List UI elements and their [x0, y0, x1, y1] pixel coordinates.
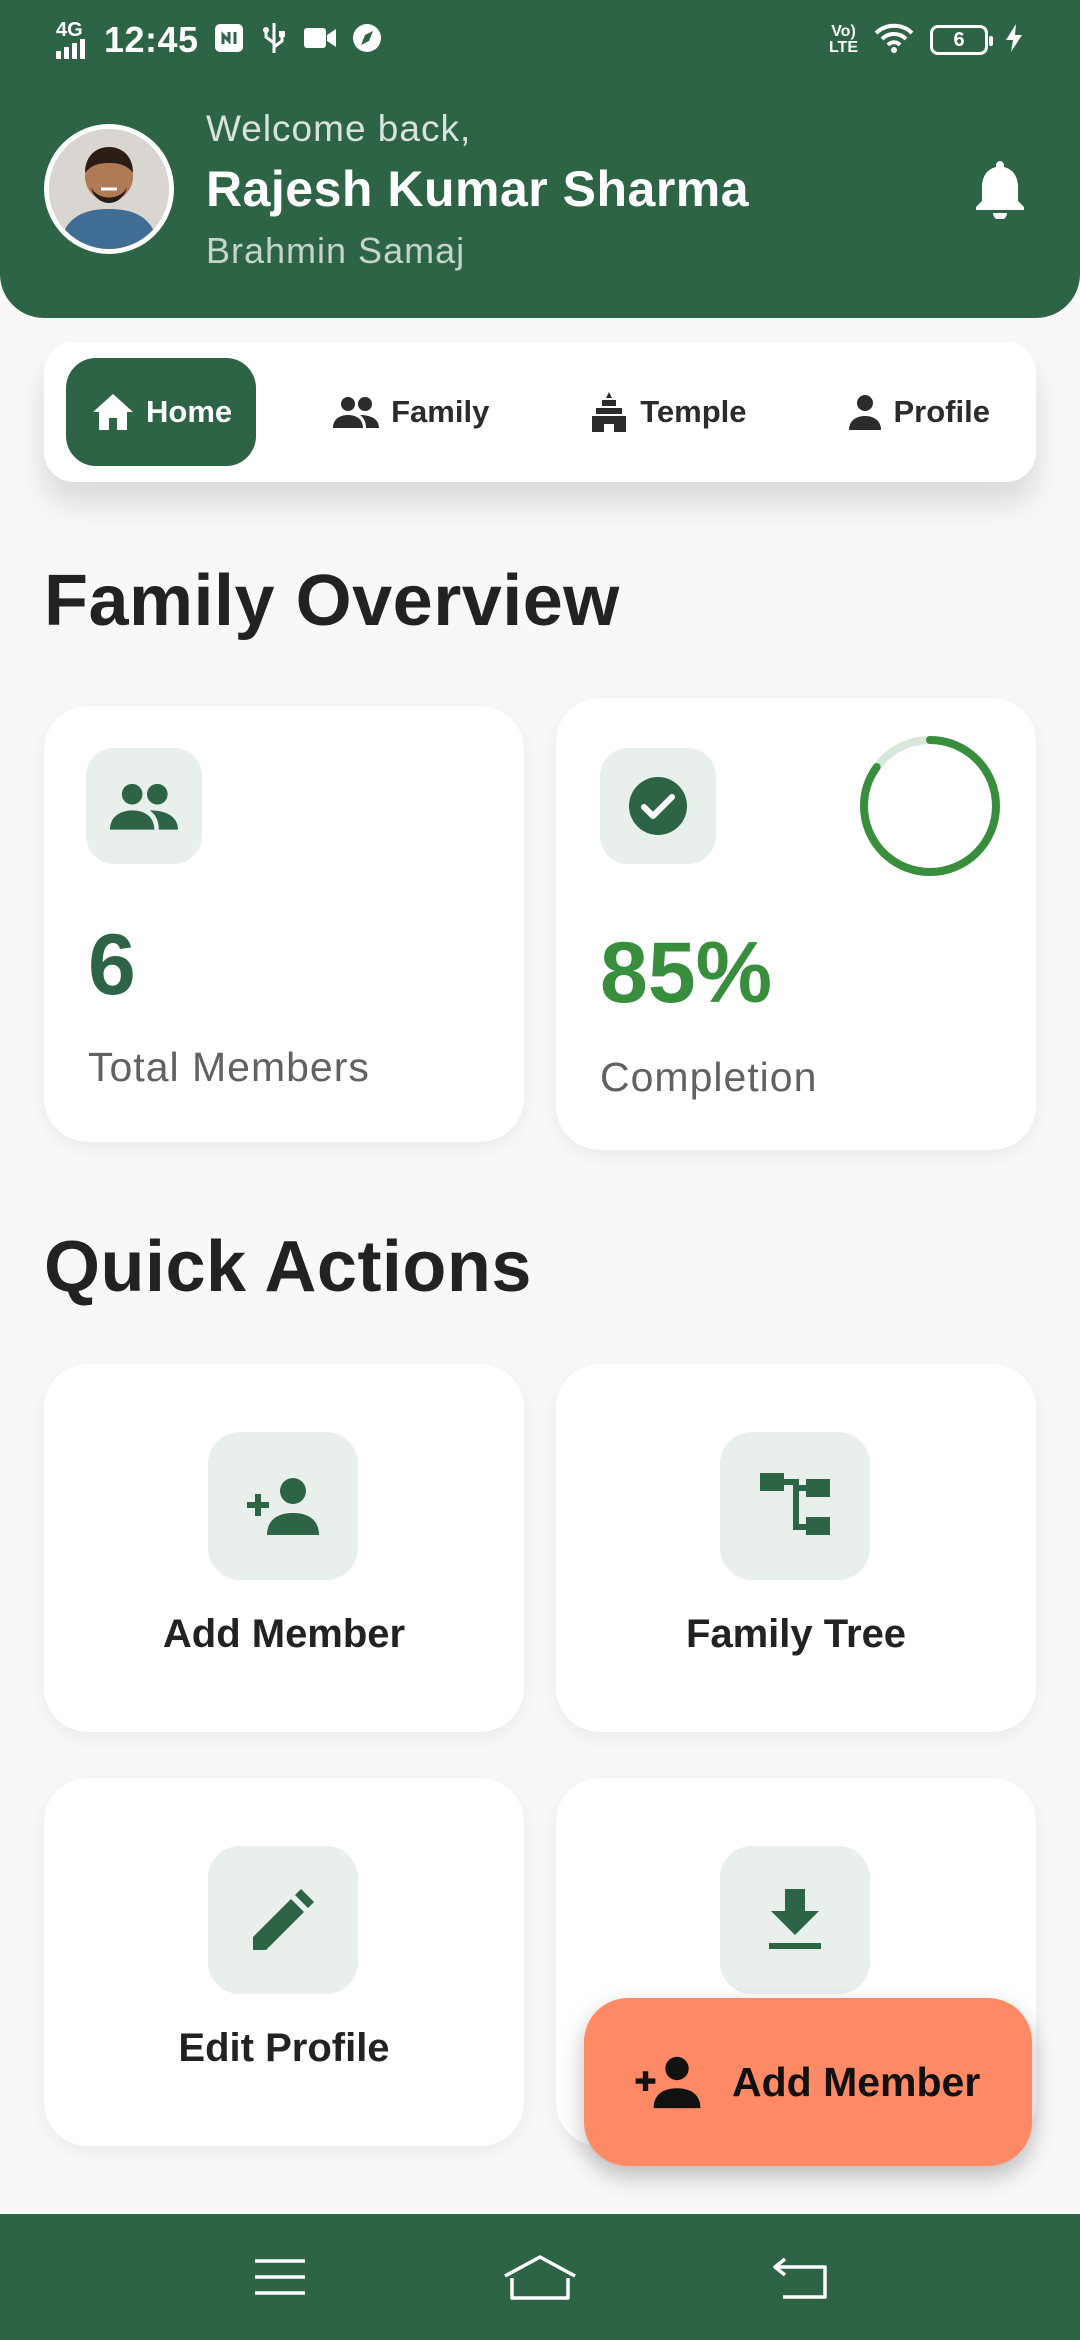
person-icon: [848, 395, 881, 430]
action-icon-tile: [720, 1432, 870, 1580]
section-title-overview: Family Overview: [44, 561, 620, 641]
members-icon-tile: [86, 748, 202, 864]
back-button[interactable]: [745, 2232, 855, 2322]
tab-family[interactable]: Family: [309, 358, 513, 466]
compass-icon: [351, 22, 383, 59]
volte-icon: Vo) LTE: [828, 23, 858, 56]
community-name: Brahmin Samaj: [206, 230, 466, 271]
wifi-icon: [874, 23, 914, 58]
action-icon-tile: [208, 1846, 358, 1994]
tab-label: Temple: [640, 394, 747, 429]
people-icon: [333, 397, 380, 428]
video-icon: [303, 25, 337, 56]
back-icon: [773, 2257, 827, 2299]
section-title-quick-actions: Quick Actions: [44, 1227, 532, 1307]
tab-bar: Home Family Temple Profile: [44, 342, 1036, 482]
fab-label: Add Member: [732, 2058, 981, 2105]
tab-temple[interactable]: Temple: [566, 358, 770, 466]
menu-button[interactable]: [225, 2232, 335, 2322]
welcome-text: Welcome back,: [206, 108, 472, 149]
usb-icon: [259, 21, 289, 60]
tab-label: Profile: [893, 394, 990, 429]
charging-icon: [1004, 23, 1024, 58]
tab-label: Family: [391, 394, 490, 429]
status-bar: 4G 12:45 Vo) LTE 6: [0, 0, 1080, 80]
home-icon: [93, 394, 133, 430]
tab-profile[interactable]: Profile: [824, 358, 1014, 466]
action-edit-profile[interactable]: Edit Profile: [44, 1778, 524, 2146]
tab-home[interactable]: Home: [66, 358, 257, 466]
members-card[interactable]: 6 Total Members: [44, 706, 524, 1142]
completion-value: 85%: [600, 925, 773, 1021]
people-icon: [110, 783, 178, 830]
user-name: Rajesh Kumar Sharma: [206, 161, 750, 217]
signal-icon: 4G: [56, 19, 90, 59]
person-add-icon: [635, 2056, 701, 2109]
tab-label: Home: [146, 394, 233, 429]
total-members-value: 6: [88, 917, 136, 1013]
download-icon: [769, 1889, 821, 1949]
action-icon-tile: [208, 1432, 358, 1580]
completion-icon-tile: [600, 748, 716, 864]
completion-progress-ring: [860, 736, 1000, 876]
total-members-label: Total Members: [88, 1044, 370, 1090]
action-label: Family Tree: [685, 1612, 907, 1656]
bell-icon: [976, 161, 1024, 219]
notifications-button[interactable]: [964, 148, 1036, 228]
avatar[interactable]: [44, 124, 174, 254]
home-button[interactable]: [485, 2232, 595, 2322]
action-label: Add Member: [162, 1612, 406, 1656]
menu-icon: [255, 2259, 305, 2295]
add-member-fab[interactable]: Add Member: [584, 1998, 1032, 2166]
action-family-tree[interactable]: Family Tree: [556, 1364, 1036, 1732]
action-add-member[interactable]: Add Member: [44, 1364, 524, 1732]
pencil-icon: [253, 1889, 314, 1950]
tree-icon: [760, 1473, 830, 1535]
action-label: Edit Profile: [178, 2026, 390, 2070]
temple-icon: [592, 392, 627, 432]
person-add-icon: [247, 1478, 319, 1535]
status-time: 12:45: [104, 19, 199, 60]
check-circle-icon: [629, 777, 687, 835]
system-nav-bar: [0, 2214, 1080, 2340]
completion-label: Completion: [600, 1054, 818, 1100]
home-icon: [504, 2255, 576, 2300]
nfc-icon: [213, 22, 245, 59]
battery-indicator: 6: [930, 25, 993, 55]
action-icon-tile: [720, 1846, 870, 1994]
network-type: 4G: [56, 19, 83, 41]
completion-card[interactable]: 85% Completion: [556, 698, 1036, 1150]
